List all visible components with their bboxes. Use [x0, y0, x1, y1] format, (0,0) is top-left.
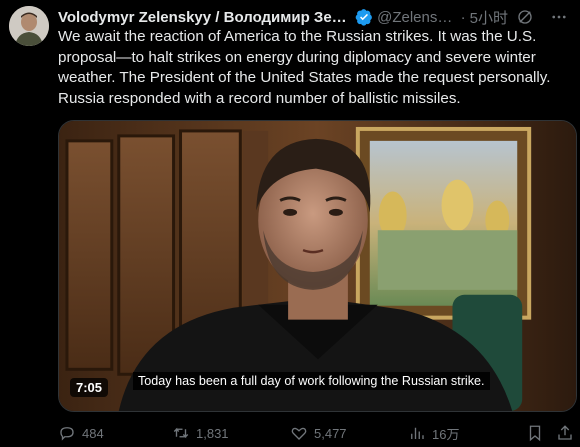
tweet-text: We await the reaction of America to the …	[58, 28, 551, 107]
avatar[interactable]	[9, 6, 49, 46]
share-icon	[558, 425, 572, 440]
repost-button[interactable]: 1,831	[172, 422, 229, 444]
verified-icon	[355, 9, 372, 26]
author-handle[interactable]: @Zelensk...	[377, 9, 457, 26]
share-button[interactable]	[556, 422, 574, 444]
tweet-time[interactable]: 5小时	[470, 7, 508, 28]
repost-icon	[173, 427, 189, 439]
video-caption: Today has been a full day of work follow…	[133, 372, 490, 390]
reply-icon	[60, 427, 74, 441]
views-count: 16万	[432, 426, 460, 442]
video-duration: 7:05	[70, 378, 109, 397]
like-button[interactable]: 5,477	[290, 422, 347, 444]
grok-icon[interactable]	[516, 8, 534, 26]
separator-dot: ·	[460, 8, 466, 26]
more-icon[interactable]	[550, 8, 568, 26]
repost-count: 1,831	[196, 425, 229, 441]
action-bar: 484 1,831 5,477 16万	[58, 422, 574, 444]
views-button[interactable]: 16万	[408, 422, 459, 444]
like-count: 5,477	[314, 425, 347, 441]
reply-count: 484	[82, 425, 104, 441]
bookmark-icon	[529, 425, 541, 442]
tweet-header: Volodymyr Zelenskyy / Володимир Зел... @…	[58, 7, 568, 27]
avatar-image	[9, 6, 49, 46]
reply-button[interactable]: 484	[58, 422, 104, 444]
video-frame	[59, 121, 576, 411]
video-player[interactable]: 7:05 Today has been a full day of work f…	[58, 120, 577, 412]
like-icon	[291, 427, 307, 440]
views-icon	[411, 427, 424, 439]
author-name[interactable]: Volodymyr Zelenskyy / Володимир Зел...	[58, 9, 351, 26]
bookmark-button[interactable]	[526, 422, 544, 444]
